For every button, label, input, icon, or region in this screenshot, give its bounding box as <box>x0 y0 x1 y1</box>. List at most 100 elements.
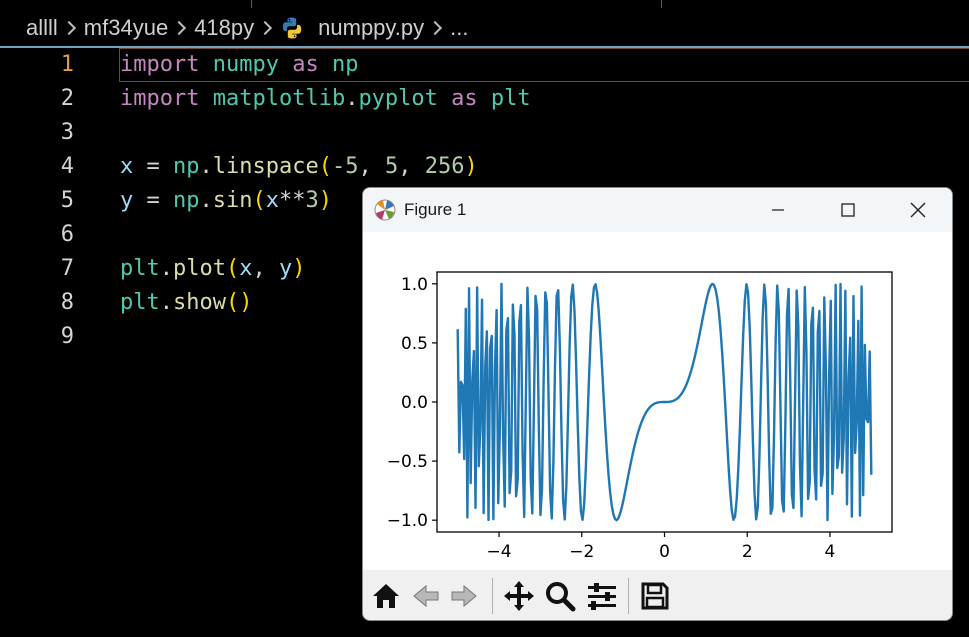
line-number: 1 <box>60 52 74 77</box>
paren: ( <box>318 154 332 179</box>
chevron-right-icon <box>172 20 187 36</box>
line-number: 4 <box>60 154 74 179</box>
code-line[interactable]: 2 import matplotlib.pyplot as plt <box>0 82 969 116</box>
close-icon <box>910 202 926 218</box>
forward-arrow-icon <box>451 584 477 608</box>
minimize-icon <box>772 209 784 211</box>
back-button[interactable] <box>407 576 445 616</box>
configure-subplots-icon <box>588 583 616 610</box>
forward-button[interactable] <box>445 576 483 616</box>
line-chart: 1.0 0.5 0.0 −0.5 −1.0 −4 −2 0 2 4 <box>387 271 893 562</box>
breadcrumb-item[interactable]: allll <box>26 15 58 41</box>
variable: x <box>239 256 253 281</box>
variable: x <box>120 154 134 179</box>
breadcrumb-item[interactable]: mf34yue <box>84 15 168 41</box>
paren: () <box>225 290 253 315</box>
zoom-icon <box>546 582 576 612</box>
module-alias: plt <box>490 86 531 111</box>
line-number: 3 <box>60 120 74 145</box>
function-name: sin <box>212 188 253 213</box>
matplotlib-logo-icon <box>374 199 396 221</box>
function-name: show <box>173 290 226 315</box>
paren: ) <box>464 154 478 179</box>
home-button[interactable] <box>367 576 405 616</box>
dot-operator: . <box>199 188 213 213</box>
paren: ) <box>292 256 306 281</box>
x-tick-label: 0 <box>659 542 670 562</box>
power-operator: ** <box>279 188 306 213</box>
keyword: as <box>451 86 478 111</box>
line-number: 9 <box>60 324 74 349</box>
line-number: 7 <box>60 256 74 281</box>
chevron-right-icon <box>61 20 76 36</box>
plot-canvas[interactable]: 1.0 0.5 0.0 −0.5 −1.0 −4 −2 0 2 4 <box>363 232 952 570</box>
number-literal: 256 <box>424 154 465 179</box>
navigation-toolbar <box>363 570 952 620</box>
comma: , <box>398 154 425 179</box>
y-tick-label: −0.5 <box>387 452 428 472</box>
tab-separator <box>251 0 252 8</box>
keyword: import <box>120 52 200 77</box>
toolbar-separator <box>628 578 629 614</box>
save-button[interactable] <box>636 576 674 616</box>
maximize-button[interactable] <box>813 188 883 232</box>
matplotlib-figure-window[interactable]: Figure 1 1.0 0.5 0.0 −0.5 −1.0 −4 −2 0 2 4 <box>362 187 953 621</box>
configure-subplots-button[interactable] <box>583 576 621 616</box>
function-name: plot <box>173 256 226 281</box>
window-title: Figure 1 <box>404 200 467 219</box>
breadcrumb-item[interactable]: 418py <box>194 15 254 41</box>
save-icon <box>641 582 669 610</box>
y-tick-label: 1.0 <box>401 275 428 295</box>
module-alias: np <box>173 188 200 213</box>
pan-button[interactable] <box>500 576 538 616</box>
paren: ( <box>225 256 240 281</box>
window-titlebar[interactable]: Figure 1 <box>363 188 952 232</box>
keyword: as <box>292 52 319 77</box>
module-name: matplotlib <box>212 86 346 111</box>
module-name: pyplot <box>358 86 438 111</box>
dot-operator: . <box>345 86 359 111</box>
breadcrumb: allll mf34yue 418py numppy.py ... <box>0 10 969 46</box>
maximize-icon <box>841 203 855 217</box>
comma: , <box>358 154 385 179</box>
code-line[interactable]: 4 x = np.linspace(-5, 5, 256) <box>0 150 969 184</box>
line-number: 6 <box>60 222 74 247</box>
back-arrow-icon <box>413 584 439 608</box>
module-alias: np <box>331 52 359 77</box>
x-tick-label: 4 <box>825 542 836 562</box>
paren: ( <box>252 188 266 213</box>
module-name: numpy <box>212 52 279 77</box>
x-tick-label: −2 <box>569 542 594 562</box>
dot-operator: . <box>199 154 213 179</box>
line-number: 2 <box>60 86 74 111</box>
number-literal: 3 <box>305 188 319 213</box>
breadcrumb-file[interactable]: numppy.py <box>318 15 424 41</box>
variable: y <box>278 256 293 281</box>
close-button[interactable] <box>883 188 952 232</box>
series-line <box>456 282 873 522</box>
code-line[interactable]: 3 <box>0 116 969 150</box>
zoom-button[interactable] <box>541 576 579 616</box>
x-tick-label: −4 <box>487 542 512 562</box>
tab-separator <box>661 0 662 8</box>
variable: x <box>265 188 279 213</box>
variable: y <box>120 188 134 213</box>
x-tick-label: 2 <box>742 542 753 562</box>
y-tick-label: 0.0 <box>401 393 428 413</box>
function-name: linspace <box>212 154 319 179</box>
module-alias: np <box>173 154 200 179</box>
number-literal: -5 <box>331 154 359 179</box>
minimize-button[interactable] <box>743 188 813 232</box>
home-icon <box>373 584 399 608</box>
paren: ) <box>318 188 332 213</box>
toolbar-separator <box>492 578 493 614</box>
assign-operator: = <box>133 154 173 179</box>
comma: , <box>252 256 279 281</box>
code-line[interactable]: 1 import numpy as np <box>0 48 969 82</box>
chevron-right-icon <box>428 20 443 36</box>
editor-tab-strip <box>0 0 969 8</box>
breadcrumb-more[interactable]: ... <box>450 15 468 41</box>
number-literal: 5 <box>384 154 399 179</box>
keyword: import <box>120 86 200 111</box>
dot-operator: . <box>159 256 173 281</box>
